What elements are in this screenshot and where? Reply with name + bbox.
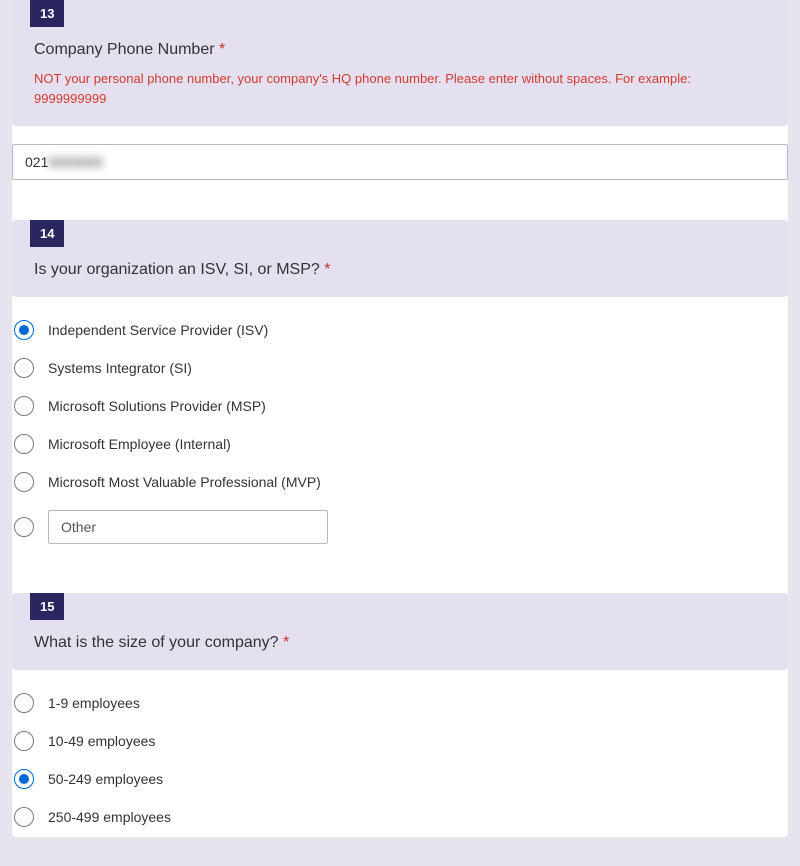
option-row[interactable]: Independent Service Provider (ISV) (12, 311, 788, 349)
option-row-other (12, 501, 788, 553)
other-text-input[interactable] (48, 510, 328, 544)
option-row[interactable]: Microsoft Solutions Provider (MSP) (12, 387, 788, 425)
question-title: Company Phone Number * (12, 27, 788, 59)
question-14-options: Independent Service Provider (ISV) Syste… (12, 297, 788, 553)
question-14-block: 14 Is your organization an ISV, SI, or M… (12, 220, 788, 553)
radio-msp[interactable] (14, 396, 34, 416)
required-asterisk: * (219, 41, 225, 58)
form-page: 13 Company Phone Number * NOT your perso… (0, 0, 800, 837)
question-15-options: 1-9 employees 10-49 employees 50-249 emp… (12, 670, 788, 836)
question-title-text: Is your organization an ISV, SI, or MSP? (34, 261, 320, 278)
radio-size-50-249[interactable] (14, 769, 34, 789)
radio-size-10-49[interactable] (14, 731, 34, 751)
option-row[interactable]: 10-49 employees (12, 722, 788, 760)
option-row[interactable]: 1-9 employees (12, 684, 788, 722)
option-label: 1-9 employees (48, 695, 140, 711)
option-label: Systems Integrator (SI) (48, 360, 192, 376)
option-label: 50-249 employees (48, 771, 163, 787)
question-title: Is your organization an ISV, SI, or MSP?… (12, 247, 788, 279)
question-13-block: 13 Company Phone Number * NOT your perso… (12, 0, 788, 180)
phone-value-redacted: 0000000 (48, 154, 103, 170)
radio-size-250-499[interactable] (14, 807, 34, 827)
radio-size-1-9[interactable] (14, 693, 34, 713)
form-panel: 13 Company Phone Number * NOT your perso… (12, 0, 788, 837)
option-label: Microsoft Employee (Internal) (48, 436, 231, 452)
required-asterisk: * (324, 261, 330, 278)
option-row[interactable]: 50-249 employees (12, 760, 788, 798)
option-row[interactable]: Microsoft Most Valuable Professional (MV… (12, 463, 788, 501)
option-label: Microsoft Solutions Provider (MSP) (48, 398, 266, 414)
phone-input-wrap: 0210000000 (12, 126, 788, 180)
option-label: Microsoft Most Valuable Professional (MV… (48, 474, 321, 490)
phone-value-visible: 021 (25, 154, 48, 170)
company-phone-input[interactable]: 0210000000 (12, 144, 788, 180)
radio-isv[interactable] (14, 320, 34, 340)
question-helper-text: NOT your personal phone number, your com… (12, 59, 788, 108)
option-label: Independent Service Provider (ISV) (48, 322, 268, 338)
question-13-header: 13 Company Phone Number * NOT your perso… (12, 0, 788, 126)
question-14-header: 14 Is your organization an ISV, SI, or M… (12, 220, 788, 297)
option-row[interactable]: 250-499 employees (12, 798, 788, 836)
question-number-badge: 15 (30, 593, 64, 620)
question-title: What is the size of your company? * (12, 620, 788, 652)
option-row[interactable]: Systems Integrator (SI) (12, 349, 788, 387)
option-label: 10-49 employees (48, 733, 155, 749)
question-15-header: 15 What is the size of your company? * (12, 593, 788, 670)
question-title-text: What is the size of your company? (34, 634, 279, 651)
radio-mvp[interactable] (14, 472, 34, 492)
radio-microsoft-employee[interactable] (14, 434, 34, 454)
required-asterisk: * (283, 634, 289, 651)
question-number-badge: 14 (30, 220, 64, 247)
question-title-text: Company Phone Number (34, 41, 215, 58)
question-number-badge: 13 (30, 0, 64, 27)
option-label: 250-499 employees (48, 809, 171, 825)
radio-other[interactable] (14, 517, 34, 537)
radio-si[interactable] (14, 358, 34, 378)
question-15-block: 15 What is the size of your company? * 1… (12, 593, 788, 836)
option-row[interactable]: Microsoft Employee (Internal) (12, 425, 788, 463)
